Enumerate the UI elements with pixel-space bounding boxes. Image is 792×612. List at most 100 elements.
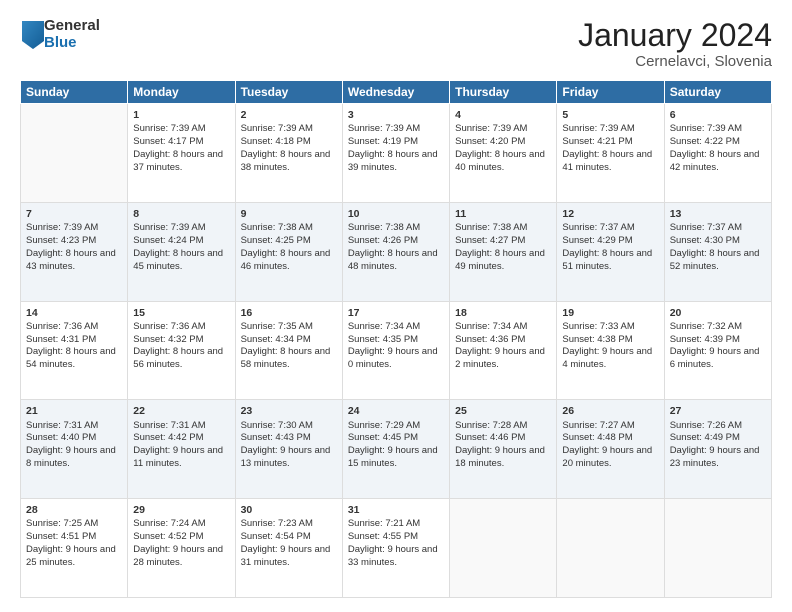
day-cell xyxy=(557,499,664,598)
col-monday: Monday xyxy=(128,81,235,104)
day-number: 22 xyxy=(133,404,229,418)
day-cell: 18Sunrise: 7:34 AMSunset: 4:36 PMDayligh… xyxy=(450,301,557,400)
sunrise-text: Sunrise: 7:25 AM xyxy=(26,518,98,529)
sunset-text: Sunset: 4:25 PM xyxy=(241,235,311,246)
day-number: 18 xyxy=(455,306,551,320)
title-block: January 2024 Cernelavci, Slovenia xyxy=(578,18,772,70)
sunset-text: Sunset: 4:30 PM xyxy=(670,235,740,246)
day-number: 24 xyxy=(348,404,444,418)
day-cell: 16Sunrise: 7:35 AMSunset: 4:34 PMDayligh… xyxy=(235,301,342,400)
sunrise-text: Sunrise: 7:36 AM xyxy=(26,321,98,332)
sunset-text: Sunset: 4:22 PM xyxy=(670,136,740,147)
day-cell xyxy=(450,499,557,598)
sunrise-text: Sunrise: 7:35 AM xyxy=(241,321,313,332)
day-number: 20 xyxy=(670,306,766,320)
sunset-text: Sunset: 4:35 PM xyxy=(348,334,418,345)
day-cell: 19Sunrise: 7:33 AMSunset: 4:38 PMDayligh… xyxy=(557,301,664,400)
logo: General Blue xyxy=(20,18,100,51)
sunrise-text: Sunrise: 7:34 AM xyxy=(348,321,420,332)
day-cell: 17Sunrise: 7:34 AM Sunset: 4:35 PMDayligh… xyxy=(342,301,449,400)
sunrise-text: Sunrise: 7:32 AM xyxy=(670,321,742,332)
day-cell: 6Sunrise: 7:39 AMSunset: 4:22 PMDaylight… xyxy=(664,104,771,203)
sunset-text: Sunset: 4:38 PM xyxy=(562,334,632,345)
daylight-text: Daylight: 8 hours and 46 minutes. xyxy=(241,248,331,272)
day-number: 16 xyxy=(241,306,337,320)
sunset-text: Sunset: 4:49 PM xyxy=(670,432,740,443)
day-number: 25 xyxy=(455,404,551,418)
col-thursday: Thursday xyxy=(450,81,557,104)
daylight-text: Daylight: 9 hours and 23 minutes. xyxy=(670,445,760,469)
day-cell: 29Sunrise: 7:24 AMSunset: 4:52 PMDayligh… xyxy=(128,499,235,598)
day-number: 23 xyxy=(241,404,337,418)
sunrise-text: Sunrise: 7:39 AM xyxy=(26,222,98,233)
sunrise-text: Sunrise: 7:24 AM xyxy=(133,518,205,529)
sunrise-text: Sunrise: 7:38 AM xyxy=(348,222,420,233)
daylight-text: Daylight: 8 hours and 42 minutes. xyxy=(670,149,760,173)
sunrise-text: Sunrise: 7:37 AM xyxy=(670,222,742,233)
logo-general-text: General xyxy=(44,18,100,35)
sunset-text: Sunset: 4:18 PM xyxy=(241,136,311,147)
day-cell: 26Sunrise: 7:27 AMSunset: 4:48 PMDayligh… xyxy=(557,400,664,499)
daylight-text: Daylight: 9 hours and 18 minutes. xyxy=(455,445,545,469)
sunrise-text: Sunrise: 7:23 AM xyxy=(241,518,313,529)
day-cell: 11Sunrise: 7:38 AMSunset: 4:27 PMDayligh… xyxy=(450,202,557,301)
daylight-text: Daylight: 9 hours and 28 minutes. xyxy=(133,544,223,568)
daylight-text: Daylight: 9 hours and 0 minutes. xyxy=(348,346,438,370)
daylight-text: Daylight: 9 hours and 11 minutes. xyxy=(133,445,223,469)
sunset-text: Sunset: 4:29 PM xyxy=(562,235,632,246)
sunset-text: Sunset: 4:19 PM xyxy=(348,136,418,147)
col-wednesday: Wednesday xyxy=(342,81,449,104)
daylight-text: Daylight: 8 hours and 37 minutes. xyxy=(133,149,223,173)
daylight-text: Daylight: 8 hours and 54 minutes. xyxy=(26,346,116,370)
day-cell: 31Sunrise: 7:21 AMSunset: 4:55 PMDayligh… xyxy=(342,499,449,598)
day-number: 15 xyxy=(133,306,229,320)
day-number: 13 xyxy=(670,207,766,221)
day-number: 17 xyxy=(348,306,444,320)
day-number: 9 xyxy=(241,207,337,221)
week-row-2: 7Sunrise: 7:39 AMSunset: 4:23 PMDaylight… xyxy=(21,202,772,301)
daylight-text: Daylight: 8 hours and 43 minutes. xyxy=(26,248,116,272)
day-cell: 22Sunrise: 7:31 AMSunset: 4:42 PMDayligh… xyxy=(128,400,235,499)
day-cell: 2Sunrise: 7:39 AMSunset: 4:18 PMDaylight… xyxy=(235,104,342,203)
sunset-text: Sunset: 4:34 PM xyxy=(241,334,311,345)
sunrise-text: Sunrise: 7:21 AM xyxy=(348,518,420,529)
logo-icon xyxy=(22,21,44,49)
day-number: 11 xyxy=(455,207,551,221)
sunrise-text: Sunrise: 7:39 AM xyxy=(133,222,205,233)
day-cell: 4Sunrise: 7:39 AMSunset: 4:20 PMDaylight… xyxy=(450,104,557,203)
day-cell: 21Sunrise: 7:31 AMSunset: 4:40 PMDayligh… xyxy=(21,400,128,499)
week-row-4: 21Sunrise: 7:31 AMSunset: 4:40 PMDayligh… xyxy=(21,400,772,499)
sunrise-text: Sunrise: 7:39 AM xyxy=(348,123,420,134)
sunset-text: Sunset: 4:43 PM xyxy=(241,432,311,443)
sunset-text: Sunset: 4:21 PM xyxy=(562,136,632,147)
sunrise-text: Sunrise: 7:39 AM xyxy=(670,123,742,134)
day-cell: 9Sunrise: 7:38 AMSunset: 4:25 PMDaylight… xyxy=(235,202,342,301)
day-cell: 28Sunrise: 7:25 AMSunset: 4:51 PMDayligh… xyxy=(21,499,128,598)
header: General Blue January 2024 Cernelavci, Sl… xyxy=(20,18,772,70)
col-saturday: Saturday xyxy=(664,81,771,104)
daylight-text: Daylight: 9 hours and 33 minutes. xyxy=(348,544,438,568)
day-number: 1 xyxy=(133,108,229,122)
sunset-text: Sunset: 4:17 PM xyxy=(133,136,203,147)
day-number: 2 xyxy=(241,108,337,122)
day-number: 10 xyxy=(348,207,444,221)
daylight-text: Daylight: 8 hours and 49 minutes. xyxy=(455,248,545,272)
day-cell: 20Sunrise: 7:32 AMSunset: 4:39 PMDayligh… xyxy=(664,301,771,400)
day-number: 12 xyxy=(562,207,658,221)
daylight-text: Daylight: 8 hours and 40 minutes. xyxy=(455,149,545,173)
day-cell: 24Sunrise: 7:29 AMSunset: 4:45 PMDayligh… xyxy=(342,400,449,499)
day-cell: 1Sunrise: 7:39 AMSunset: 4:17 PMDaylight… xyxy=(128,104,235,203)
sunset-text: Sunset: 4:45 PM xyxy=(348,432,418,443)
daylight-text: Daylight: 8 hours and 56 minutes. xyxy=(133,346,223,370)
week-row-3: 14Sunrise: 7:36 AMSunset: 4:31 PMDayligh… xyxy=(21,301,772,400)
col-friday: Friday xyxy=(557,81,664,104)
sunset-text: Sunset: 4:42 PM xyxy=(133,432,203,443)
day-cell: 5Sunrise: 7:39 AMSunset: 4:21 PMDaylight… xyxy=(557,104,664,203)
sunset-text: Sunset: 4:23 PM xyxy=(26,235,96,246)
calendar-table: Sunday Monday Tuesday Wednesday Thursday… xyxy=(20,80,772,598)
sunset-text: Sunset: 4:36 PM xyxy=(455,334,525,345)
daylight-text: Daylight: 9 hours and 2 minutes. xyxy=(455,346,545,370)
day-number: 28 xyxy=(26,503,122,517)
sunrise-text: Sunrise: 7:33 AM xyxy=(562,321,634,332)
sunset-text: Sunset: 4:24 PM xyxy=(133,235,203,246)
